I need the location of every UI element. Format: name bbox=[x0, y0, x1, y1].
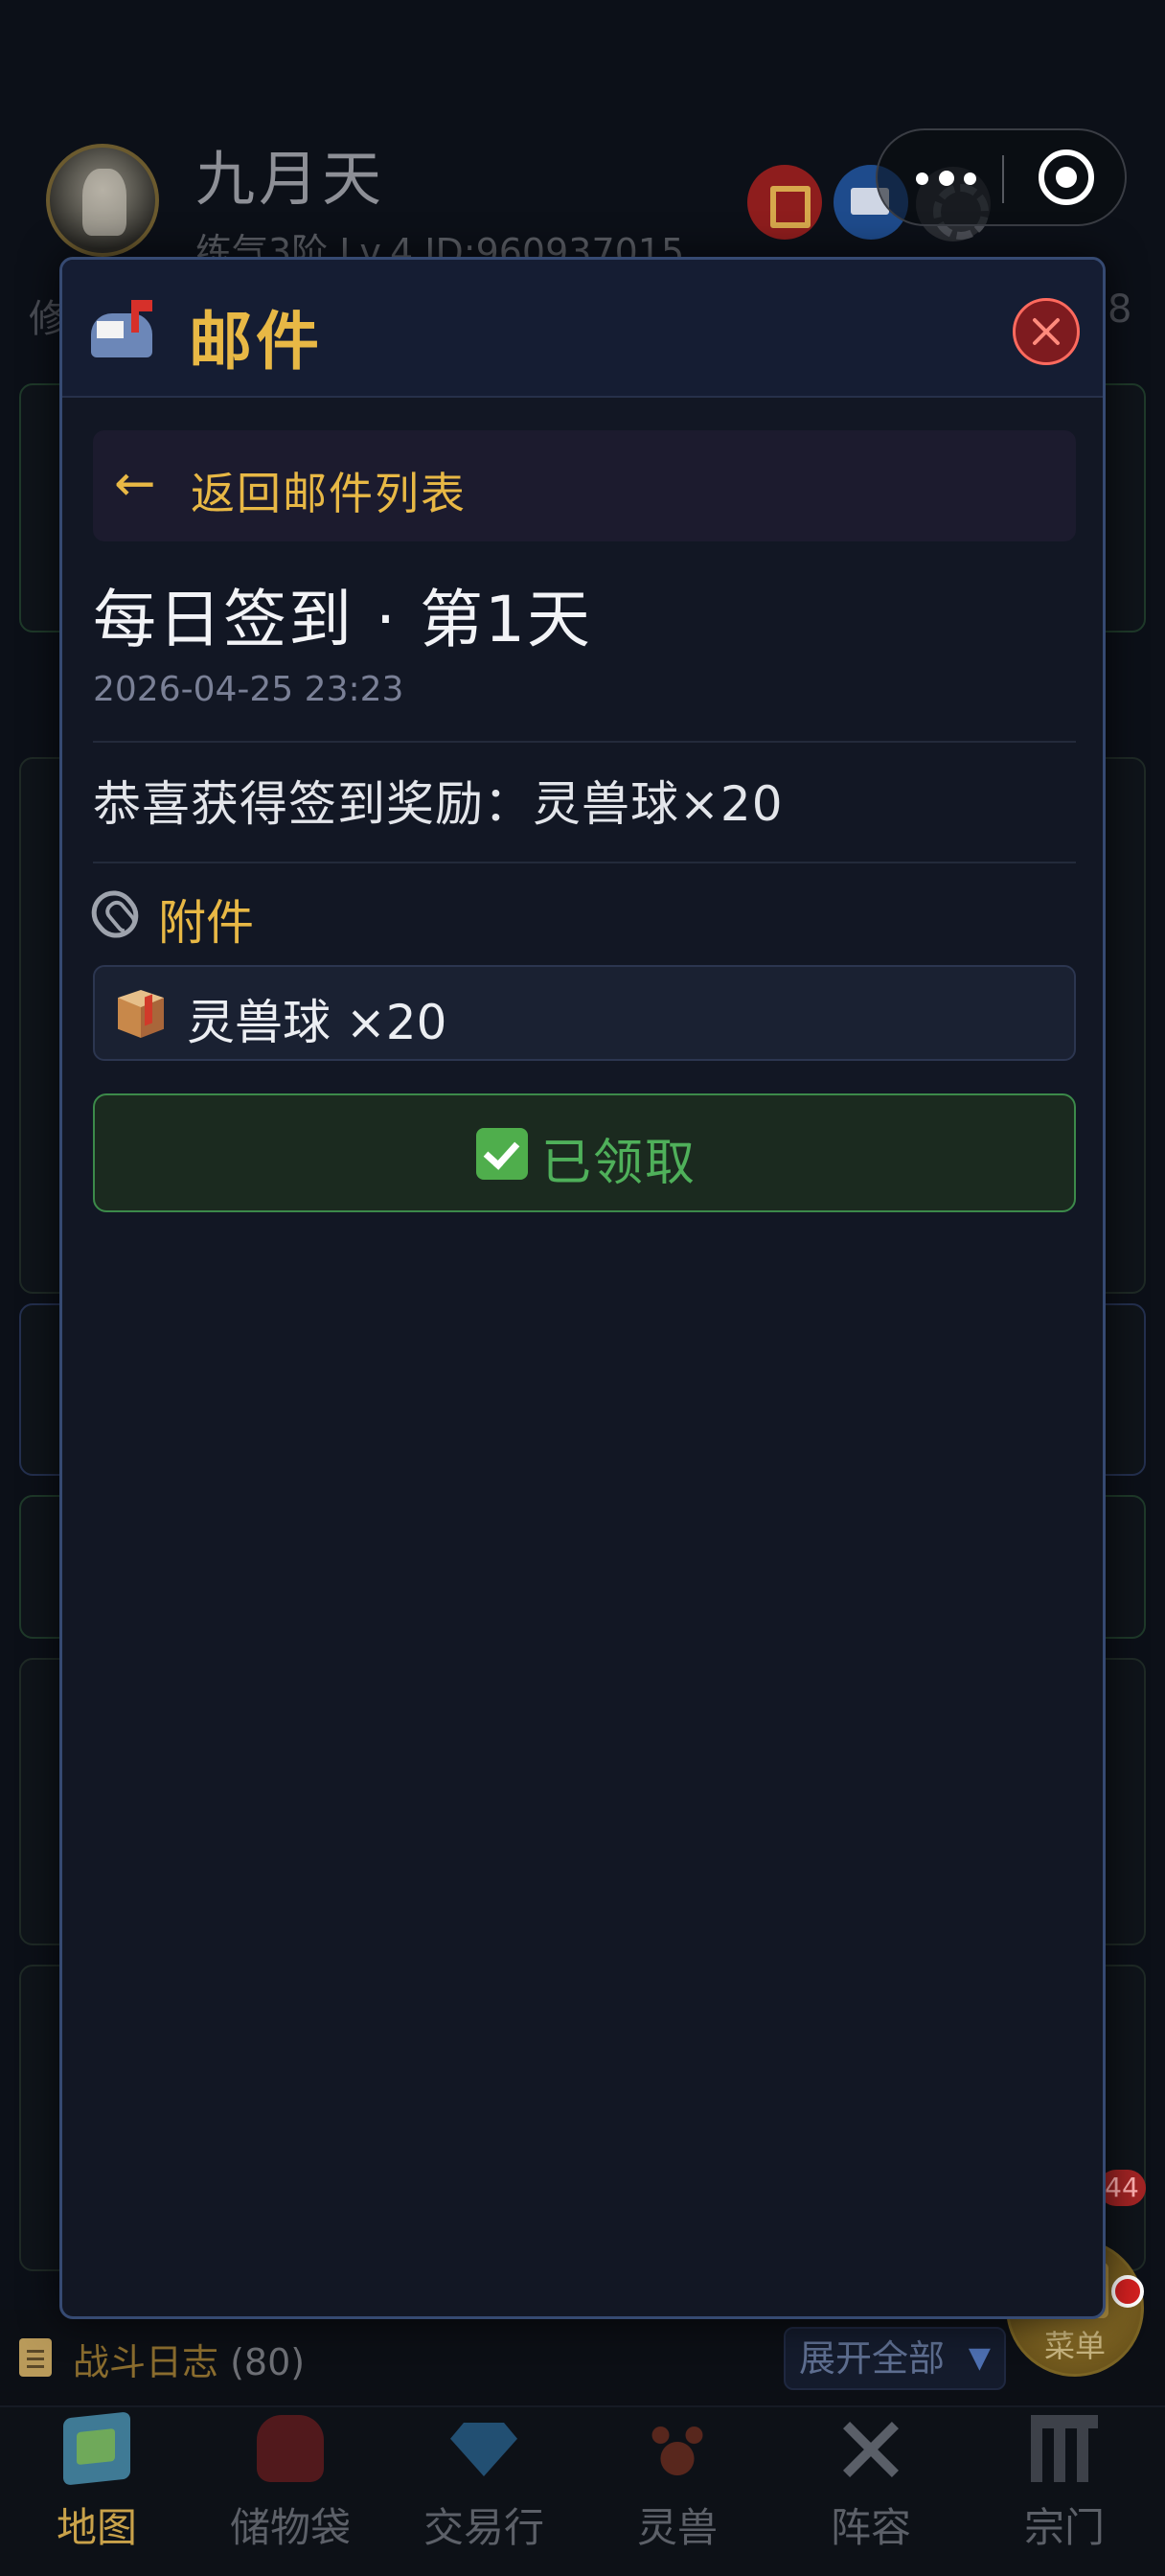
miniprogram-capsule bbox=[876, 128, 1127, 226]
tab-spirit-beast[interactable]: 灵兽 bbox=[581, 2407, 774, 2576]
expand-all-button[interactable]: 展开全部 ▼ bbox=[784, 2327, 1006, 2390]
tab-label: 宗门 bbox=[1023, 2504, 1105, 2551]
swords-icon bbox=[837, 2415, 904, 2482]
divider bbox=[93, 862, 1076, 863]
notification-dot bbox=[1111, 2275, 1144, 2308]
battle-log-label: 战斗日志 bbox=[73, 2341, 219, 2383]
tab-sect[interactable]: 宗门 bbox=[968, 2407, 1161, 2576]
gem-icon bbox=[450, 2423, 517, 2476]
tab-formation[interactable]: 阵容 bbox=[774, 2407, 968, 2576]
mail-modal: 邮件 ← 返回邮件列表 每日签到 · 第1天 2026-04-25 23:23 … bbox=[59, 257, 1106, 2319]
close-button[interactable] bbox=[1013, 298, 1080, 365]
bottom-tab-bar: 地图 储物袋 交易行 灵兽 阵容 宗门 bbox=[0, 2405, 1165, 2576]
background-side-text: 8 bbox=[1108, 288, 1132, 332]
clipboard-icon bbox=[19, 2338, 52, 2377]
avatar[interactable] bbox=[46, 144, 159, 257]
player-name: 九月天 bbox=[195, 144, 386, 214]
mail-date: 2026-04-25 23:23 bbox=[93, 670, 404, 709]
mail-title: 每日签到 · 第1天 bbox=[93, 583, 592, 656]
capsule-divider bbox=[1002, 155, 1004, 203]
tab-map[interactable]: 地图 bbox=[0, 2407, 194, 2576]
divider bbox=[93, 741, 1076, 743]
triangle-down-icon: ▼ bbox=[968, 2341, 991, 2375]
attachment-label: 附件 bbox=[158, 895, 254, 951]
battle-log-bar: 战斗日志 (80) 展开全部 ▼ bbox=[0, 2310, 1165, 2405]
tab-label: 阵容 bbox=[830, 2504, 911, 2551]
target-close-icon[interactable] bbox=[1039, 150, 1094, 205]
modal-title: 邮件 bbox=[189, 305, 323, 379]
attachment-item: 灵兽球 ×20 bbox=[93, 965, 1076, 1061]
tab-label: 交易行 bbox=[423, 2504, 544, 2551]
temple-icon bbox=[1031, 2415, 1098, 2482]
more-icon[interactable] bbox=[910, 157, 987, 199]
paperclip-icon bbox=[82, 882, 148, 947]
back-label: 返回邮件列表 bbox=[191, 468, 467, 519]
tab-label: 储物袋 bbox=[229, 2504, 351, 2551]
bag-icon bbox=[257, 2415, 324, 2482]
mail-body: 恭喜获得签到奖励：灵兽球×20 bbox=[93, 776, 784, 832]
back-to-mail-list-button[interactable]: ← 返回邮件列表 bbox=[93, 430, 1076, 541]
package-icon bbox=[118, 990, 164, 1040]
map-icon bbox=[63, 2411, 130, 2486]
paw-icon bbox=[644, 2415, 711, 2482]
tab-label: 地图 bbox=[56, 2504, 137, 2551]
tab-label: 灵兽 bbox=[636, 2504, 718, 2551]
menu-label: 菜单 bbox=[1043, 2328, 1106, 2364]
battle-log-count: (80) bbox=[230, 2341, 306, 2383]
tab-trading[interactable]: 交易行 bbox=[387, 2407, 581, 2576]
modal-header: 邮件 bbox=[62, 260, 1103, 398]
claimed-button: 已领取 bbox=[93, 1093, 1076, 1212]
battle-log-title[interactable]: 战斗日志 (80) bbox=[73, 2333, 305, 2385]
arrow-left-icon: ← bbox=[114, 455, 156, 513]
claimed-label: 已领取 bbox=[541, 1135, 697, 1192]
tab-storage-bag[interactable]: 储物袋 bbox=[194, 2407, 387, 2576]
attachment-item-name: 灵兽球 ×20 bbox=[187, 995, 447, 1050]
mailbox-icon bbox=[91, 300, 158, 359]
check-icon bbox=[476, 1128, 528, 1180]
expand-all-label: 展开全部 bbox=[799, 2337, 946, 2380]
gift-icon[interactable] bbox=[747, 165, 822, 240]
